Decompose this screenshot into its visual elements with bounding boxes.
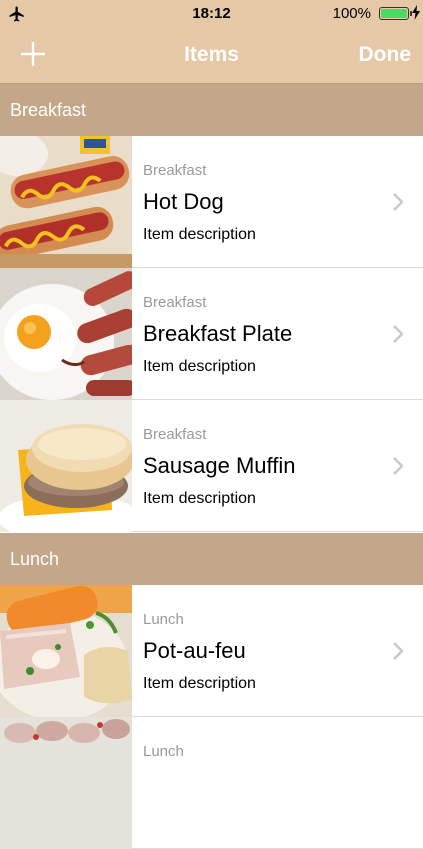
item-name: Sausage Muffin [143, 453, 296, 478]
sausage-muffin-photo [0, 400, 132, 532]
item-name: Hot Dog [143, 189, 224, 214]
list-item-hot-dog[interactable]: Breakfast Hot Dog Item description [0, 136, 423, 268]
item-description: Item description [143, 490, 256, 507]
list-item-lunch-partial[interactable]: Lunch [0, 717, 423, 849]
battery-icon [379, 7, 412, 20]
charging-bolt-icon [412, 5, 420, 20]
chevron-right-icon [393, 642, 403, 660]
battery-percentage: 100% [332, 5, 371, 22]
section-header-breakfast: Breakfast [0, 84, 423, 136]
item-description: Item description [143, 226, 256, 243]
pot-au-feu-photo [0, 585, 132, 717]
section-header-lunch: Lunch [0, 533, 423, 585]
hot-dog-photo [0, 136, 132, 268]
item-category: Lunch [143, 743, 184, 760]
breakfast-plate-photo [0, 268, 132, 400]
status-bar: 18:12 100% [0, 0, 423, 28]
list-item-pot-au-feu[interactable]: Lunch Pot-au-feu Item description [0, 585, 423, 717]
done-button[interactable]: Done [359, 43, 412, 67]
item-category: Breakfast [143, 426, 207, 443]
item-description: Item description [143, 675, 256, 692]
list-item-sausage-muffin[interactable]: Breakfast Sausage Muffin Item descriptio… [0, 400, 423, 532]
item-name: Breakfast Plate [143, 321, 293, 346]
item-category: Breakfast [143, 162, 207, 179]
navigation-bar: Items Done [0, 28, 423, 84]
chevron-right-icon [393, 457, 403, 475]
item-category: Lunch [143, 611, 184, 628]
item-category: Breakfast [143, 294, 207, 311]
item-description: Item description [143, 358, 256, 375]
chevron-right-icon [393, 325, 403, 343]
clams-photo [0, 717, 132, 849]
item-name: Pot-au-feu [143, 638, 246, 663]
chevron-right-icon [393, 193, 403, 211]
list-item-breakfast-plate[interactable]: Breakfast Breakfast Plate Item descripti… [0, 268, 423, 400]
